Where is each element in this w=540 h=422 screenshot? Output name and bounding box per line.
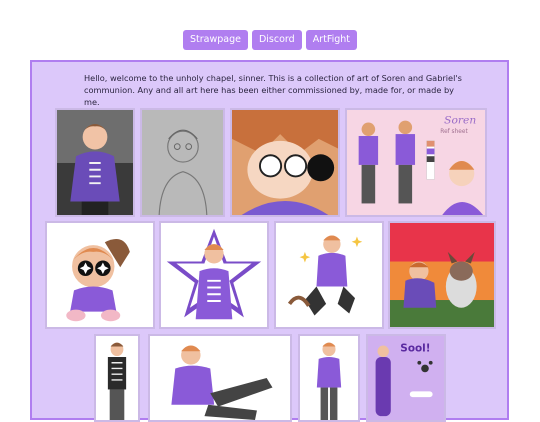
shocked-face-artwork: [232, 110, 338, 215]
nav-button-discord[interactable]: Discord: [251, 30, 302, 50]
gallery-image-8[interactable]: [388, 221, 496, 329]
gallery-image-4[interactable]: Soren Ref sheet: [345, 108, 487, 217]
sketch-artwork: [142, 110, 223, 215]
reference-sheet-artwork: Soren Ref sheet: [347, 110, 485, 215]
chibi-artwork: [47, 223, 153, 327]
sitting-pose-artwork: [276, 223, 382, 327]
nav-bar: Strawpage Discord ArtFight: [0, 30, 540, 50]
sheet-subtitle: Ref sheet: [440, 129, 468, 135]
skeleton-hoodie-artwork: [96, 336, 138, 420]
gallery-image-5[interactable]: [45, 221, 155, 329]
star-pose-artwork: [161, 223, 267, 327]
sunset-dog-artwork: [390, 223, 494, 327]
sticker-artwork: Sool!: [368, 336, 444, 420]
gallery-image-12[interactable]: Sool!: [366, 334, 446, 422]
nav-button-artfight[interactable]: ArtFight: [305, 30, 358, 50]
gallery-image-6[interactable]: [159, 221, 269, 329]
gallery-image-11[interactable]: [298, 334, 360, 422]
sheet-title: Soren: [444, 114, 476, 127]
intro-text: Hello, welcome to the unholy chapel, sin…: [84, 73, 462, 107]
gallery-panel: Hello, welcome to the unholy chapel, sin…: [30, 60, 509, 422]
gallery-image-10[interactable]: [148, 334, 292, 422]
gallery-image-9[interactable]: [94, 334, 140, 422]
gallery-image-2[interactable]: [140, 108, 225, 217]
lounging-artwork: [150, 336, 290, 420]
portrait-hoodie-artwork: [57, 110, 133, 215]
gallery-image-1[interactable]: [55, 108, 135, 217]
sticker-text: Sool!: [400, 342, 430, 354]
standing-pose-artwork: [300, 336, 358, 420]
gallery-image-7[interactable]: [274, 221, 384, 329]
gallery-image-3[interactable]: [230, 108, 340, 217]
nav-button-strawpage[interactable]: Strawpage: [182, 30, 248, 50]
